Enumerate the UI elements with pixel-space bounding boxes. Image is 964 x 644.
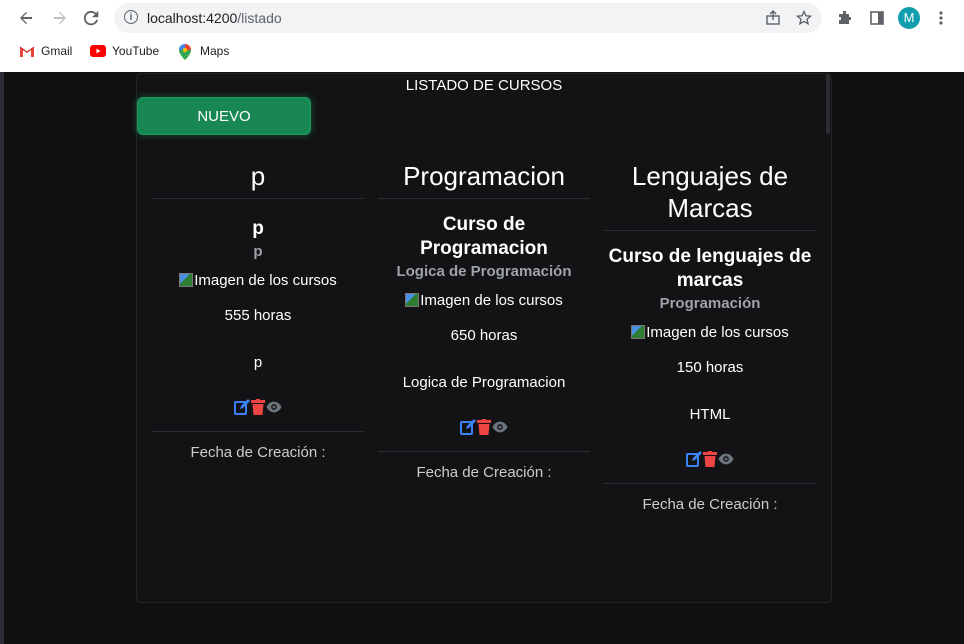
back-icon[interactable] xyxy=(14,6,38,30)
gmail-icon xyxy=(19,44,35,58)
card-actions xyxy=(152,399,364,419)
card-subtitle: Programación xyxy=(659,295,761,312)
bookmark-maps[interactable]: Maps xyxy=(178,44,229,60)
delete-icon[interactable] xyxy=(702,451,718,467)
extensions-icon[interactable] xyxy=(835,8,855,28)
site-info-icon[interactable]: i xyxy=(124,10,138,24)
view-icon[interactable] xyxy=(718,451,734,467)
new-course-button[interactable]: NUEVO xyxy=(137,97,311,135)
forward-icon[interactable] xyxy=(48,6,72,30)
card-header: p xyxy=(152,160,364,199)
browser-chrome: i localhost:4200/listado M Gmail YouTube… xyxy=(0,0,964,72)
url-text[interactable]: localhost:4200/listado xyxy=(147,10,282,26)
maps-pin-icon xyxy=(178,44,194,60)
reload-icon[interactable] xyxy=(79,6,103,30)
card-header: Programacion xyxy=(378,160,590,199)
edit-icon[interactable] xyxy=(686,451,702,467)
delete-icon[interactable] xyxy=(476,419,492,435)
course-card: Lenguajes de Marcas Curso de lenguajes d… xyxy=(604,160,816,513)
course-card: Programacion Curso de Programacion Logic… xyxy=(378,160,590,481)
card-title: Curso de Programacion xyxy=(420,214,548,259)
course-description: p xyxy=(253,354,263,371)
broken-image-icon xyxy=(631,325,646,339)
address-bar[interactable]: i localhost:4200/listado xyxy=(114,3,822,33)
course-image: Imagen de los cursos xyxy=(152,272,364,289)
broken-image-icon xyxy=(179,273,194,287)
view-icon[interactable] xyxy=(492,419,508,435)
bookmarks-bar: Gmail YouTube Maps xyxy=(0,40,964,66)
delete-icon[interactable] xyxy=(250,399,266,415)
menu-kebab-icon[interactable] xyxy=(931,8,951,28)
course-card: p p p Imagen de los cursos 555 horas p F… xyxy=(152,160,364,461)
course-image: Imagen de los cursos xyxy=(378,292,590,309)
course-description: Logica de Programacion xyxy=(402,374,566,391)
card-subtitle: Logica de Programación xyxy=(396,263,572,280)
view-icon[interactable] xyxy=(266,399,282,415)
card-footer-date: Fecha de Creación : xyxy=(604,483,816,513)
course-hours: 650 horas xyxy=(450,327,518,344)
side-panel-icon[interactable] xyxy=(867,8,887,28)
broken-image-icon xyxy=(405,293,420,307)
card-footer-date: Fecha de Creación : xyxy=(378,451,590,481)
course-image: Imagen de los cursos xyxy=(604,324,816,341)
bookmark-star-icon[interactable] xyxy=(796,10,812,26)
card-title: Curso de lenguajes de marcas xyxy=(608,246,812,291)
youtube-icon xyxy=(90,44,106,58)
card-actions xyxy=(378,419,590,439)
profile-avatar[interactable]: M xyxy=(898,7,920,29)
course-hours: 555 horas xyxy=(224,307,292,324)
card-subtitle: p xyxy=(253,243,263,260)
browser-toolbar: i localhost:4200/listado M xyxy=(0,0,964,36)
bookmark-youtube[interactable]: YouTube xyxy=(90,44,159,58)
edit-icon[interactable] xyxy=(460,419,476,435)
card-actions xyxy=(604,451,816,471)
share-icon[interactable] xyxy=(765,10,781,26)
card-header: Lenguajes de Marcas xyxy=(604,160,816,231)
edit-icon[interactable] xyxy=(234,399,250,415)
card-title: p xyxy=(252,218,264,239)
card-footer-date: Fecha de Creación : xyxy=(152,431,364,461)
course-hours: 150 horas xyxy=(676,359,744,376)
bookmark-gmail[interactable]: Gmail xyxy=(19,44,72,58)
course-description: HTML xyxy=(689,406,731,423)
page-title: LISTADO DE CURSOS xyxy=(405,77,563,94)
